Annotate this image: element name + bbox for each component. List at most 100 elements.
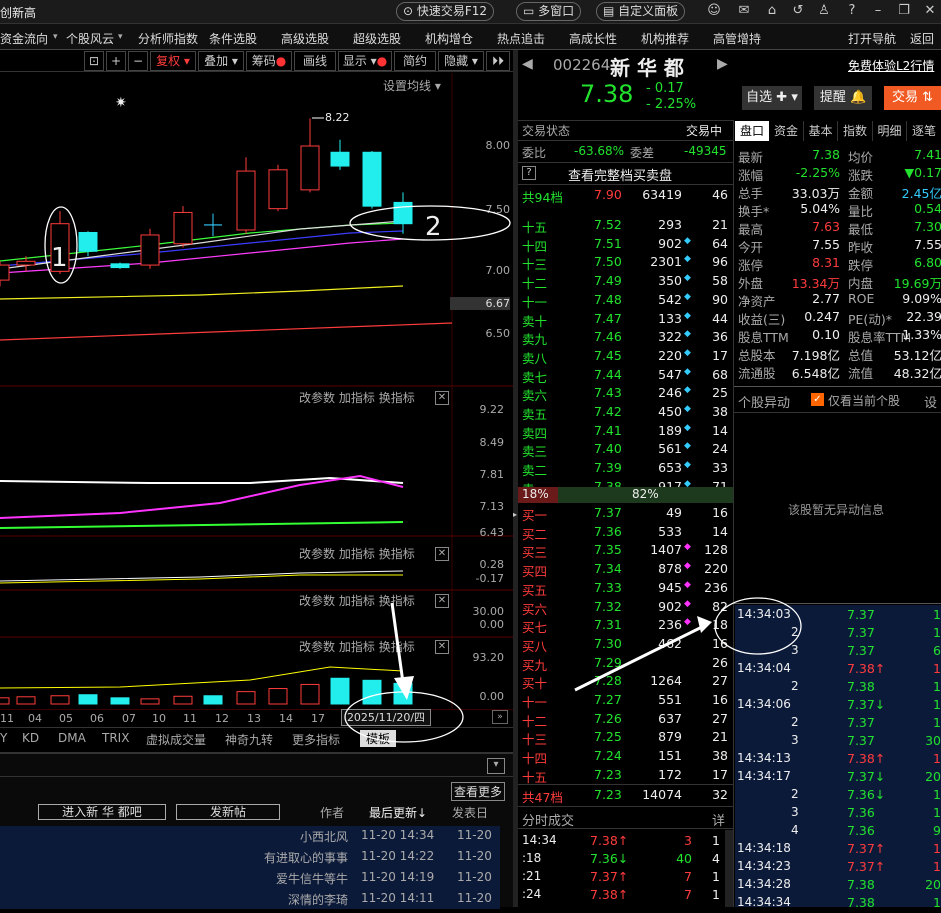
shirt-icon[interactable]: ♙ — [816, 3, 832, 19]
mail-icon[interactable]: ✉ — [736, 3, 752, 19]
menu-institution-recommend[interactable]: 机构推荐 — [641, 30, 689, 47]
tick-detail-button[interactable]: 详 — [712, 810, 725, 829]
order-book-row[interactable]: 十三7.502301◆96 — [522, 254, 732, 272]
col-author[interactable]: 作者 — [320, 804, 344, 821]
draw-line-button[interactable]: 画线 — [294, 51, 336, 71]
order-book-row[interactable]: 十四7.2415138 — [522, 748, 732, 766]
panel-toggle-icon[interactable]: ▾ — [487, 758, 505, 774]
menu-advanced-pick[interactable]: 高级选股 — [281, 30, 329, 47]
order-book-row[interactable]: 买六7.32902◆82 — [522, 599, 732, 617]
display-button[interactable]: 显示 ▾● — [338, 51, 392, 71]
order-book-row[interactable]: 卖六7.43246◆25 — [522, 385, 732, 403]
order-book-row[interactable]: 卖二7.39653◆33 — [522, 460, 732, 478]
home-icon[interactable]: ⌂ — [764, 3, 780, 19]
checkbox-checked-icon[interactable]: ✓ — [811, 393, 824, 406]
order-book-row[interactable]: 买四7.34878◆220 — [522, 561, 732, 579]
simple-button[interactable]: 简约 — [394, 51, 436, 71]
zoom-in-button[interactable]: + — [106, 51, 126, 71]
add-indicator-button[interactable]: 加指标 — [339, 594, 375, 608]
order-book-row[interactable]: 十五7.5229321 — [522, 217, 732, 235]
forum-row[interactable]: 爱牛信牛等牛11-20 14:1911-20 — [0, 870, 500, 890]
chips-button[interactable]: 筹码● — [246, 51, 292, 71]
add-indicator-button[interactable]: 加指标 — [339, 547, 375, 561]
info-tab[interactable]: 盘口 — [735, 121, 769, 141]
info-tab[interactable]: 指数 — [839, 121, 873, 141]
expand-icon[interactable]: ⏵⏵ — [486, 51, 510, 71]
order-book-row[interactable]: 买十7.28126427 — [522, 673, 732, 691]
restore-icon[interactable]: ❐ — [896, 3, 912, 19]
order-book-row[interactable]: 买三7.351407◆128 — [522, 542, 732, 560]
undo-icon[interactable]: ↺ — [790, 3, 806, 19]
menu-exec-increase[interactable]: 高管增持 — [713, 30, 761, 47]
l2-trial-link[interactable]: 免费体验L2行情 — [848, 57, 934, 74]
watchlist-button[interactable]: 自选 ✚ ▾ — [742, 86, 802, 110]
menu-hotspot[interactable]: 热点追击 — [497, 30, 545, 47]
change-indicator-button[interactable]: 换指标 — [379, 391, 415, 405]
quick-trade-button[interactable]: ⊙ 快速交易F12 — [396, 2, 494, 21]
order-book-row[interactable]: 买五7.33945◆236 — [522, 580, 732, 598]
forum-row[interactable]: 有进取心的事事11-20 14:2211-20 — [0, 849, 500, 869]
menu-high-growth[interactable]: 高成长性 — [569, 30, 617, 47]
scroll-right-icon[interactable]: » — [492, 710, 508, 724]
tab-magic-nine[interactable]: 神奇九转 — [225, 731, 273, 748]
ma-setting-button[interactable]: 设置均线 ▾ — [383, 77, 441, 94]
anomaly-settings-button[interactable]: 设 — [924, 392, 937, 411]
menu-back[interactable]: 返回 — [910, 30, 934, 47]
order-book-row[interactable]: 卖九7.46322◆36 — [522, 329, 732, 347]
order-book-row[interactable]: 买八7.3046216 — [522, 636, 732, 654]
order-book-row[interactable]: 买七7.31236◆18 — [522, 617, 732, 635]
menu-super-pick[interactable]: 超级选股 — [353, 30, 401, 47]
change-indicator-button[interactable]: 换指标 — [379, 594, 415, 608]
lock-icon[interactable]: ⊡ — [84, 51, 104, 71]
zoom-out-button[interactable]: − — [128, 51, 148, 71]
modify-params-button[interactable]: 改参数 — [299, 594, 335, 608]
menu-analyst-index[interactable]: 分析师指数 — [138, 30, 198, 47]
alert-button[interactable]: 提醒 🔔 — [814, 86, 872, 110]
new-post-button[interactable]: 发新帖 — [176, 804, 280, 820]
help-icon[interactable]: ? — [844, 3, 860, 19]
close-icon[interactable]: ✕ — [922, 3, 938, 19]
modify-params-button[interactable]: 改参数 — [299, 547, 335, 561]
overlay-button[interactable]: 叠加 ▾ — [198, 51, 244, 71]
order-book-row[interactable]: 卖五7.42450◆38 — [522, 404, 732, 422]
tab-dma[interactable]: DMA — [58, 731, 86, 745]
tab-virtual-volume[interactable]: 虚拟成交量 — [146, 731, 206, 748]
menu-fund-flow[interactable]: 资金流向 — [0, 30, 48, 47]
tab-template[interactable]: 模板 — [360, 730, 396, 747]
user-icon[interactable]: ☺ — [706, 3, 722, 19]
help-icon[interactable]: ? — [522, 166, 536, 180]
change-indicator-button[interactable]: 换指标 — [379, 547, 415, 561]
order-book-row[interactable]: 卖七7.44547◆68 — [522, 367, 732, 385]
order-book-row[interactable]: 十二7.49350◆58 — [522, 273, 732, 291]
info-tab[interactable]: 基本 — [804, 121, 838, 141]
modify-params-button[interactable]: 改参数 — [299, 391, 335, 405]
menu-stock-news[interactable]: 个股风云 — [66, 30, 114, 47]
multi-window-button[interactable]: ▭ 多窗口 — [516, 2, 581, 21]
order-book-row[interactable]: 十二7.2663727 — [522, 711, 732, 729]
only-current-label[interactable]: 仅看当前个股 — [828, 392, 900, 409]
menu-institution-add[interactable]: 机构增仓 — [425, 30, 473, 47]
col-last-update[interactable]: 最后更新↓ — [369, 804, 427, 821]
full-depth-link[interactable]: 查看完整档买卖盘 — [568, 165, 672, 184]
order-book-row[interactable]: 卖三7.40561◆24 — [522, 441, 732, 459]
minimize-icon[interactable]: – — [870, 3, 886, 19]
trade-button[interactable]: 交易 ⇅ — [884, 86, 941, 110]
change-indicator-button[interactable]: 换指标 — [379, 640, 415, 654]
forum-row[interactable]: 深情的李琦11-20 14:1111-20 — [0, 891, 500, 911]
tab-more-indicators[interactable]: 更多指标 — [292, 731, 340, 748]
order-book-row[interactable]: 买九7.2926 — [522, 655, 732, 673]
order-book-row[interactable]: 卖八7.45220◆17 — [522, 348, 732, 366]
hide-button[interactable]: 隐藏 ▾ — [438, 51, 484, 71]
col-post-date[interactable]: 发表日 — [452, 804, 488, 821]
order-book-row[interactable]: 十四7.51902◆64 — [522, 236, 732, 254]
tab-y[interactable]: Y — [0, 731, 7, 745]
info-tab[interactable]: 资金 — [770, 121, 804, 141]
order-book-row[interactable]: 卖十7.47133◆44 — [522, 311, 732, 329]
order-book-row[interactable]: 十三7.2587921 — [522, 729, 732, 747]
order-book-row[interactable]: 买二7.3653314 — [522, 524, 732, 542]
custom-panel-button[interactable]: ▤ 自定义面板 — [596, 2, 685, 21]
enter-forum-button[interactable]: 进入新 华 都吧 — [38, 804, 166, 820]
menu-condition-pick[interactable]: 条件选股 — [209, 30, 257, 47]
order-book-row[interactable]: 卖四7.41189◆14 — [522, 423, 732, 441]
modify-params-button[interactable]: 改参数 — [299, 640, 335, 654]
